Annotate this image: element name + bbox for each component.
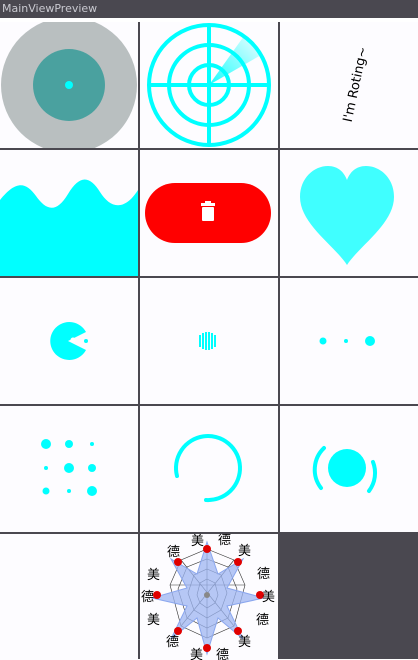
radar-chart-graphic: 美 德 德 美 美 德 德 美 美 德 德 美 美 德 <box>141 534 275 660</box>
cell-dots-loader <box>280 278 418 404</box>
cell-delete-pill <box>140 150 278 276</box>
radar-scan-graphic <box>147 23 271 147</box>
pacman-graphic <box>50 322 88 360</box>
radar-label: 美 <box>190 648 203 660</box>
arc-spinner-graphic <box>174 434 242 503</box>
pulse-ball-graphic <box>312 446 377 493</box>
cell-pulse-ball <box>280 406 418 532</box>
trash-icon <box>201 201 215 221</box>
radar-label: 美 <box>147 568 160 583</box>
radar-label: 美 <box>262 590 275 605</box>
cell-pacman <box>0 278 138 404</box>
cell-radar-chart: 美 德 德 美 美 德 德 美 美 德 德 美 美 德 <box>140 534 278 660</box>
radar-label: 德 <box>167 545 180 560</box>
grid-dots-graphic <box>41 439 97 496</box>
preview-grid: I'm Roting~ 美 德 德 美 美 德 德 美 美 德 德 美 美 德 <box>0 22 418 660</box>
radar-label: 美 <box>238 635 251 650</box>
radar-label: 德 <box>216 648 229 660</box>
radar-label: 美 <box>238 544 251 559</box>
window-title: MainViewPreview <box>2 2 98 15</box>
radar-label: 美 <box>191 534 204 549</box>
cell-rotating-text: I'm Roting~ <box>280 22 418 148</box>
rotating-text-label: I'm Roting~ <box>340 45 372 124</box>
cell-arc-spinner <box>140 406 278 532</box>
dots-loader-graphic <box>319 336 375 346</box>
cell-heart <box>280 150 418 276</box>
cell-ripple-disc <box>0 22 138 148</box>
cell-radar-scan <box>140 22 278 148</box>
window-title-bar: MainViewPreview <box>0 0 418 18</box>
radar-label: 美 <box>147 613 160 628</box>
radar-label: 德 <box>218 534 231 548</box>
wave-graphic <box>0 179 138 276</box>
radar-label: 德 <box>256 613 269 628</box>
heart-icon <box>300 166 394 265</box>
cell-bars-loader <box>140 278 278 404</box>
radar-label: 德 <box>257 567 270 582</box>
cell-wave <box>0 150 138 276</box>
bars-loader-graphic <box>199 332 216 350</box>
radar-label: 德 <box>166 635 179 650</box>
cell-grid-dots <box>0 406 138 532</box>
cell-empty <box>0 534 138 660</box>
radar-label: 德 <box>141 590 154 605</box>
ripple-disc-graphic <box>1 22 137 148</box>
